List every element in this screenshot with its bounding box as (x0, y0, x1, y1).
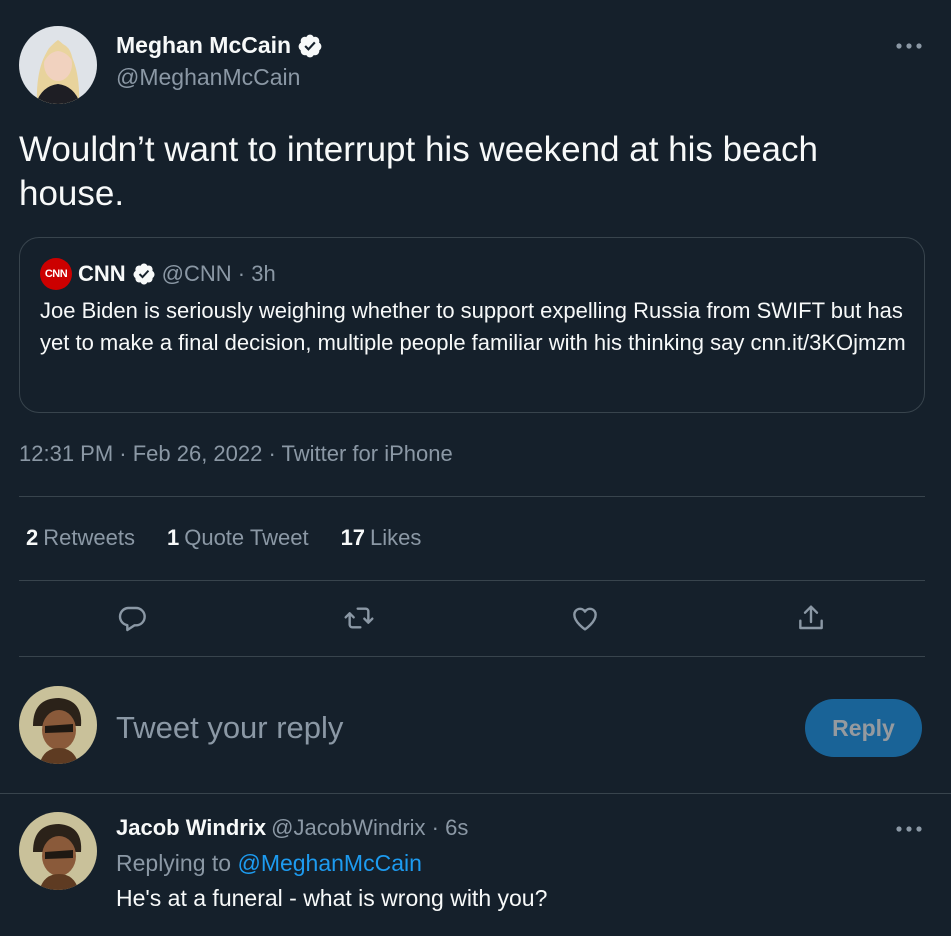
more-dots-icon (896, 826, 922, 832)
likes-count: 17 (340, 525, 366, 550)
likes-stat[interactable]: 17 Likes (341, 525, 422, 551)
tweet-timestamp[interactable]: 12:31 PM · Feb 26, 2022 · Twitter for iP… (19, 441, 453, 467)
quoted-tweet-card[interactable]: CNN CNN @CNN · 3h Joe Biden is seriously… (19, 237, 925, 413)
divider (19, 656, 925, 657)
tweet-stats: 2 Retweets 1 Quote Tweet 17 Likes (26, 525, 421, 551)
share-icon (799, 605, 823, 630)
quotes-label: Quote Tweet (184, 525, 309, 550)
reply-icon (118, 606, 146, 632)
cnn-avatar: CNN (40, 258, 72, 290)
retweets-count: 2 (26, 525, 39, 550)
tweet-text: Wouldn’t want to interrupt his weekend a… (19, 130, 818, 213)
quoted-tweet-header: CNN CNN @CNN · 3h (40, 258, 276, 290)
like-button[interactable] (567, 600, 603, 636)
quotes-stat[interactable]: 1 Quote Tweet (167, 525, 309, 551)
quoted-author-name: CNN (78, 261, 126, 286)
reply-author-name[interactable]: Jacob Windrix (116, 815, 266, 840)
reply-meta[interactable]: @JacobWindrix · 6s (271, 815, 468, 840)
replying-to-line: Replying to @MeghanMcCain (116, 850, 422, 877)
replying-to-label: Replying to (116, 850, 232, 876)
tweet-detail-page: Meghan McCain @MeghanMcCain Wouldn’t wan… (0, 0, 951, 936)
like-icon (573, 607, 597, 631)
retweets-stat[interactable]: 2 Retweets (26, 525, 135, 551)
author-name[interactable]: Meghan McCain (116, 32, 291, 59)
quoted-tweet-text: Joe Biden is seriously weighing whether … (40, 298, 906, 355)
reply-more-options-button[interactable] (889, 817, 929, 841)
reply-submit-button[interactable]: Reply (805, 699, 922, 757)
reply-author-avatar[interactable] (19, 812, 97, 890)
replying-to-handle-link[interactable]: @MeghanMcCain (237, 850, 421, 876)
reply-input[interactable] (116, 706, 716, 750)
quotes-count: 1 (166, 525, 180, 550)
author-avatar[interactable] (19, 26, 97, 104)
likes-label: Likes (370, 525, 422, 550)
author-name-row[interactable]: Meghan McCain (116, 32, 323, 59)
retweet-button[interactable] (341, 600, 377, 636)
reply-header: Jacob Windrix @JacobWindrix · 6s (116, 815, 468, 841)
author-handle[interactable]: @MeghanMcCain (116, 64, 300, 91)
more-dots-icon (896, 43, 922, 49)
verified-badge-icon (298, 34, 322, 57)
divider (19, 580, 925, 581)
more-options-button[interactable] (889, 34, 929, 58)
current-user-avatar[interactable] (19, 686, 97, 764)
verified-badge-icon (133, 263, 155, 285)
share-button[interactable] (793, 600, 829, 636)
quoted-tweet-meta: @CNN · 3h (161, 261, 276, 286)
reply-text: He's at a funeral - what is wrong with y… (116, 885, 548, 911)
divider (19, 496, 925, 497)
reply-button[interactable] (114, 600, 150, 636)
divider (0, 793, 951, 794)
retweets-label: Retweets (43, 525, 135, 550)
retweet-icon (344, 607, 374, 629)
